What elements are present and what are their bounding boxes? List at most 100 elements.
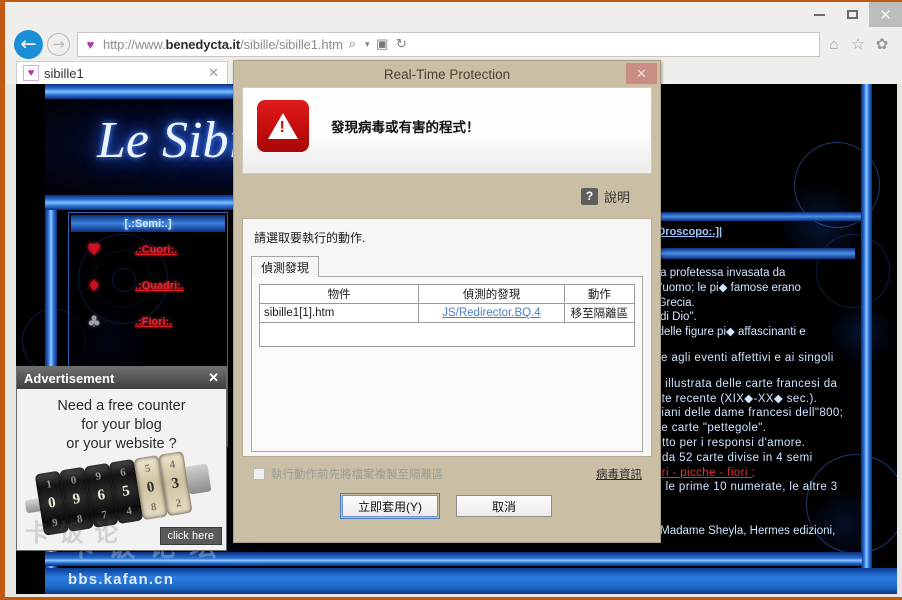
quarantine-copy-label: 執行動作前先將檔案複製至隔離區 [271, 469, 444, 481]
article-line: ◆ di Dio". [648, 311, 697, 324]
detection-tabs: 偵測發現 [251, 256, 643, 277]
article-line: a delle figure pi◆ affascinanti e [648, 326, 806, 339]
menu-item-label: .:Quadri:. [135, 280, 184, 292]
url-text: http://www.benedycta.it/sibille/sibille1… [103, 37, 343, 52]
cell-detection: JS/Redirector.BQ.4 [418, 303, 565, 323]
close-window-button[interactable]: ✕ [869, 2, 902, 27]
minimize-icon [814, 13, 825, 16]
article-paragraph: a la profetessa invasata da e l'uomo; le… [648, 266, 859, 340]
favorites-star-icon[interactable]: ☆ [846, 32, 870, 56]
ad-forum-watermark: 卡 饭 论 [25, 520, 121, 547]
maximize-icon [847, 10, 858, 19]
tab-sibille1[interactable]: ♥ sibille1 ✕ [16, 61, 228, 84]
url-path: /sibille/sibille1.htm [240, 36, 343, 52]
article-paragraph: ne illustrata delle carte francesi da en… [648, 377, 859, 495]
menu-item-label: .:Cuori:. [135, 244, 178, 256]
column-header-object: 物件 [258, 284, 420, 304]
detections-tab-panel: 物件 偵測的發現 動作 sibille1[1].htm JS/Redirecto… [251, 276, 643, 452]
ad-title: Advertisement [24, 370, 115, 386]
menu-item-label: .:Fiori:. [135, 316, 173, 328]
dialog-close-button[interactable]: ✕ [626, 63, 657, 84]
window-titlebar: ✕ [5, 2, 902, 27]
click-here-button[interactable]: click here [159, 527, 222, 545]
suit-links[interactable]: uori - picche - fiori ; [648, 467, 755, 479]
warning-triangle-icon [257, 100, 309, 152]
article-text: a la profetessa invasata da e l'uomo; le… [648, 266, 859, 550]
ad-headline: Need a free counter for your blog or you… [17, 389, 226, 454]
settings-gear-icon[interactable]: ✿ [870, 32, 894, 56]
dialog-titlebar: Real-Time Protection ✕ [234, 61, 660, 87]
table-row[interactable]: sibille1[1].htm JS/Redirector.BQ.4 移至隔離區 [258, 303, 636, 323]
ad-body[interactable]: Need a free counter for your blog or you… [17, 389, 226, 550]
table-empty-area [259, 323, 635, 347]
back-arrow-icon: ← [20, 32, 37, 55]
detection-link[interactable]: JS/Redirector.BQ.4 [442, 307, 540, 319]
action-prompt: 請選取要執行的動作. [254, 231, 366, 245]
minimize-button[interactable] [803, 2, 836, 27]
url-domain: benedycta.it [165, 36, 241, 52]
search-icon[interactable]: ⌕ [343, 33, 362, 56]
address-bar-row: ← → ♥ http://www.benedycta.it/sibille/si… [5, 27, 902, 61]
column-header-detection: 偵測的發現 [418, 284, 565, 304]
help-button[interactable]: ? 說明 [580, 187, 652, 206]
back-button[interactable]: ← [14, 29, 43, 59]
advertisement-popup: Advertisement ✕ Need a free counter for … [16, 366, 227, 551]
dialog-title: Real-Time Protection [383, 66, 511, 82]
tab-detections[interactable]: 偵測發現 [251, 256, 320, 277]
chevron-down-icon[interactable]: ▾ [362, 33, 373, 56]
ad-line: for your blog [81, 417, 162, 433]
article-line: ente recente (XIX◆-XX◆ sec.). [648, 392, 818, 405]
quarantine-copy-row: 執行動作前先將檔案複製至隔離區 病毒資訊 [242, 464, 652, 484]
cell-action: 移至隔離區 [563, 303, 636, 323]
forward-arrow-icon: → [52, 34, 65, 53]
close-tab-icon[interactable]: ✕ [208, 65, 227, 81]
heart-icon: ♥ [23, 65, 39, 81]
dialog-main-panel: 請選取要執行的動作. 偵測發現 物件 偵測的發現 動作 sibille1[1].… [242, 218, 652, 457]
menu-item-fiori[interactable]: ♣ .:Fiori:. [69, 304, 227, 340]
browser-toolbar: ⌂ ☆ ✿ [822, 32, 902, 56]
article-line: te, le prime 10 numerate, le altre 3 [648, 481, 838, 494]
article-line: te da 52 carte divise in 4 semi [648, 451, 813, 464]
close-icon: ✕ [879, 6, 892, 24]
compatibility-view-icon[interactable]: ▣ [373, 33, 392, 56]
maximize-button[interactable] [836, 2, 869, 27]
dialog-button-row: 立即套用(Y) 取消 [242, 484, 652, 519]
article-paragraph: di Madame Sheyla, Hermes edizioni, [648, 506, 859, 539]
counter-axle [185, 463, 212, 495]
forum-watermark-url: bbs.kafan.cn [68, 571, 175, 588]
article-line: a la profetessa invasata da [648, 267, 786, 279]
article-line: n Grecia. [648, 296, 695, 309]
ad-titlebar: Advertisement ✕ [17, 367, 226, 389]
article-column: ll'Oroscopo:.]| a la profetessa invasata… [646, 212, 861, 594]
help-row: ? 說明 [242, 174, 652, 218]
heart-suit-icon: ♥ [86, 240, 102, 259]
article-line: e l'uomo; le pi◆ famose erano [648, 281, 801, 294]
virus-info-link[interactable]: 病毒資訊 [596, 466, 652, 482]
address-input[interactable]: ♥ http://www.benedycta.it/sibille/sibill… [77, 31, 820, 57]
refresh-icon[interactable]: ↻ [392, 33, 411, 56]
diamond-suit-icon: ♦ [86, 276, 102, 295]
menu-item-cuori[interactable]: ♥ .:Cuori:. [69, 232, 227, 268]
ad-close-icon[interactable]: ✕ [208, 370, 226, 386]
article-line: e le carte "pettegole". [648, 422, 767, 435]
close-icon: ✕ [636, 65, 647, 81]
help-label: 說明 [603, 189, 630, 205]
cancel-button[interactable]: 取消 [456, 495, 552, 517]
article-line: di Madame Sheyla, Hermes edizioni, [648, 525, 836, 538]
article-divider-bar [648, 248, 855, 259]
browser-window: ✕ ← → ♥ http://www.benedycta.it/sibille/… [0, 0, 902, 600]
home-icon[interactable]: ⌂ [822, 32, 846, 56]
heart-icon: ♥ [86, 36, 95, 52]
addressbar-tools: ⌕ ▾ ▣ ↻ [343, 33, 414, 56]
forward-button[interactable]: → [47, 32, 70, 56]
ad-line: Need a free counter [57, 398, 186, 414]
article-line: tidiani delle dame francesi dell"800; [648, 407, 844, 420]
apply-now-button[interactable]: 立即套用(Y) [340, 493, 440, 519]
menu-item-quadri[interactable]: ♦ .:Quadri:. [69, 268, 227, 304]
detections-table: 物件 偵測的發現 動作 sibille1[1].htm JS/Redirecto… [258, 284, 636, 323]
right-blue-rail [861, 84, 872, 594]
threat-banner-text: 發現病毒或有害的程式！ [331, 120, 480, 135]
article-line: ase agli eventi affettivi e ai singoli [648, 351, 834, 364]
article-line-links: uori - picche - fiori ; [648, 466, 859, 481]
quarantine-copy-checkbox[interactable] [253, 468, 265, 480]
